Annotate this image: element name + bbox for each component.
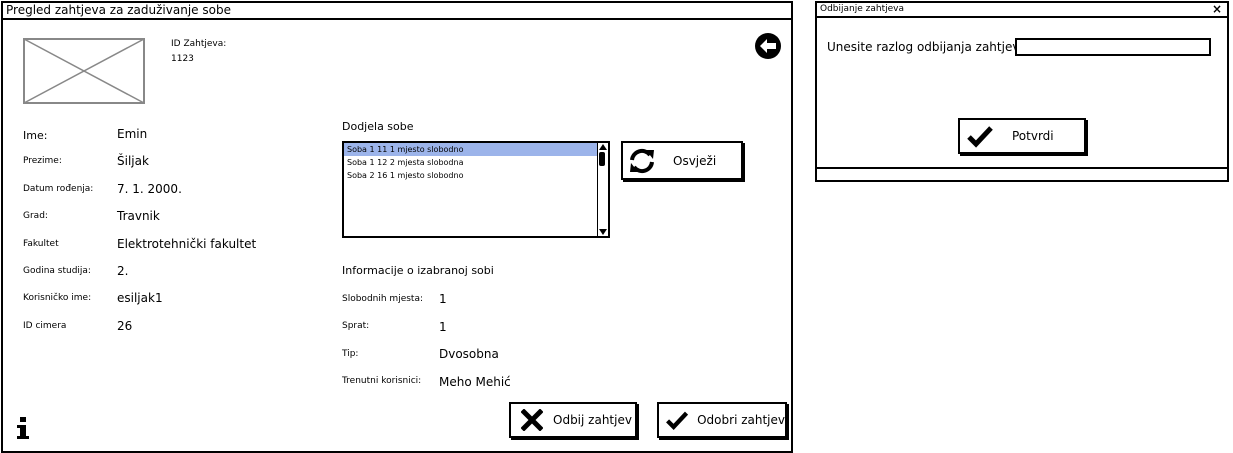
scroll-thumb[interactable] <box>599 152 605 166</box>
back-arrow-icon[interactable] <box>753 31 783 61</box>
room-info-label-type: Tip: <box>342 349 359 359</box>
info-icon[interactable] <box>15 416 31 440</box>
reject-dialog: Odbijanje zahtjeva × Unesite razlog odbi… <box>815 1 1229 182</box>
confirm-label: Potvrdi <box>1012 129 1054 143</box>
reject-request-button[interactable]: Odbij zahtjev <box>509 402 637 438</box>
checkmark-icon <box>967 126 993 148</box>
request-id-label: ID Zahtjeva: <box>171 39 227 49</box>
room-list-item[interactable]: Soba 2 16 1 mjesto slobodno <box>344 169 597 182</box>
refresh-icon <box>630 148 654 173</box>
field-label-birth-date: Datum rođenja: <box>23 184 94 194</box>
checkmark-icon <box>666 411 689 430</box>
field-value-faculty: Elektrotehnički fakultet <box>117 237 257 251</box>
field-label-first-name: Ime: <box>23 129 48 142</box>
field-value-birth-date: 7. 1. 2000. <box>117 182 182 196</box>
request-id-value: 1123 <box>171 54 194 64</box>
refresh-label: Osvježi <box>673 153 717 168</box>
field-label-city: Grad: <box>23 211 48 221</box>
window-title: Pregled zahtjeva za zaduživanje sobe <box>3 3 791 20</box>
close-x-icon <box>521 409 543 431</box>
room-info-label-floor: Sprat: <box>342 321 370 331</box>
room-list-scrollbar[interactable] <box>597 143 608 236</box>
dialog-footer-divider <box>817 167 1227 169</box>
room-info-label-current-users: Trenutni korisnici: <box>342 376 422 386</box>
confirm-button[interactable]: Potvrdi <box>958 118 1086 154</box>
reject-reason-label: Unesite razlog odbijanja zahtjeva <box>827 40 1027 54</box>
field-label-last-name: Prezime: <box>23 156 62 166</box>
field-label-roommate-id: ID cimera <box>23 321 67 331</box>
request-review-window: Pregled zahtjeva za zaduživanje sobe ID … <box>1 1 793 453</box>
reject-dialog-title: Odbijanje zahtjeva <box>817 3 1227 18</box>
reject-reason-input[interactable] <box>1015 38 1211 56</box>
field-value-study-year: 2. <box>117 264 129 278</box>
room-list-item[interactable]: Soba 1 12 2 mjesta slobodna <box>344 156 597 169</box>
room-info-value-type: Dvosobna <box>439 347 499 361</box>
field-value-roommate-id: 26 <box>117 319 133 333</box>
approve-request-button[interactable]: Odobri zahtjev <box>657 402 787 438</box>
room-list[interactable]: Soba 1 11 1 mjesto slobodno Soba 1 12 2 … <box>342 141 610 238</box>
room-info-value-current-users: Meho Mehić <box>439 375 511 389</box>
close-icon[interactable]: × <box>1212 2 1222 16</box>
room-info-value-floor: 1 <box>439 320 447 334</box>
room-info-value-free-spots: 1 <box>439 292 447 306</box>
approve-request-label: Odobri zahtjev <box>697 413 785 427</box>
field-label-study-year: Godina studija: <box>23 266 91 276</box>
field-value-username: esiljak1 <box>117 291 163 305</box>
room-info-title: Informacije o izabranoj sobi <box>342 264 494 277</box>
reject-request-label: Odbij zahtjev <box>553 413 632 427</box>
refresh-button[interactable]: Osvježi <box>621 141 743 180</box>
field-value-first-name: Emin <box>117 127 148 141</box>
room-list-item[interactable]: Soba 1 11 1 mjesto slobodno <box>344 143 597 156</box>
field-label-username: Korisničko ime: <box>23 293 92 303</box>
scroll-down-icon[interactable] <box>599 229 607 235</box>
field-value-city: Travnik <box>117 209 160 223</box>
scroll-up-icon[interactable] <box>599 144 607 150</box>
room-info-label-free-spots: Slobodnih mjesta: <box>342 294 423 304</box>
image-placeholder-icon <box>23 38 145 104</box>
field-value-last-name: Šiljak <box>117 154 149 168</box>
field-label-faculty: Fakultet <box>23 239 59 249</box>
room-assign-title: Dodjela sobe <box>342 120 414 133</box>
